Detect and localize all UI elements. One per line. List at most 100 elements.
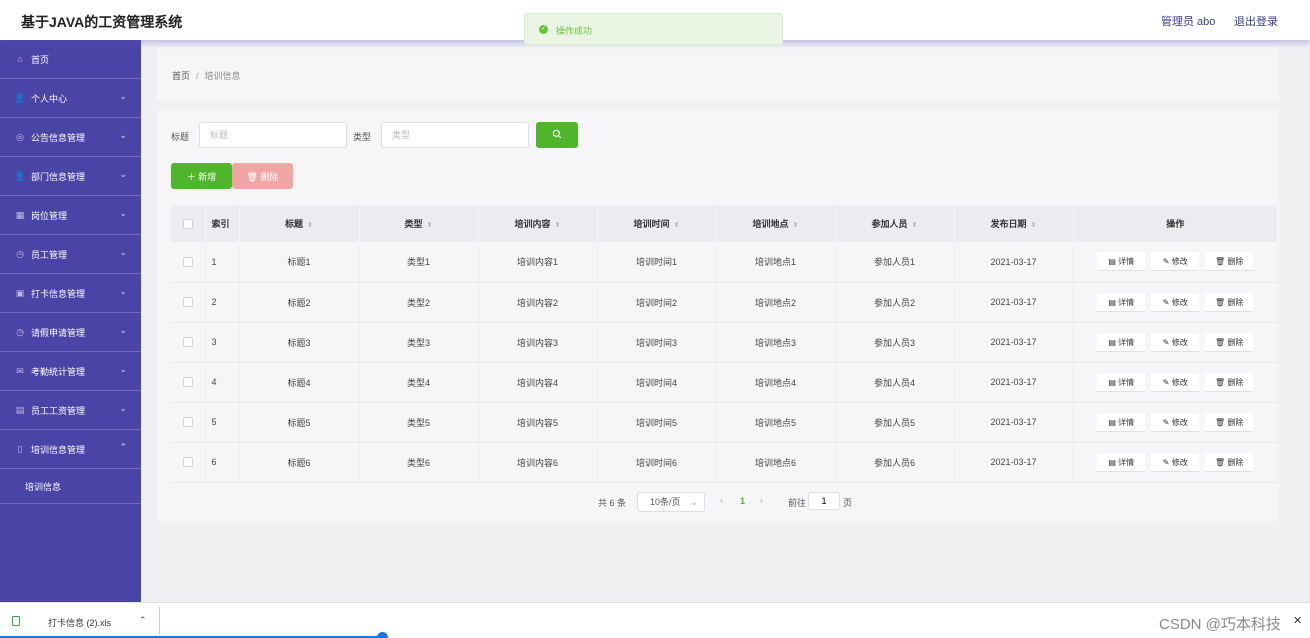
edit-button[interactable]: ✎ 修改 <box>1151 412 1200 432</box>
sidebar-item-5[interactable]: ◷ 员工管理 ⌄ <box>0 235 141 274</box>
chevron-up-icon[interactable]: ⌃ <box>139 615 147 626</box>
select-all-checkbox-cell[interactable] <box>171 205 206 242</box>
edit-button[interactable]: ✎ 修改 <box>1151 332 1200 352</box>
breadcrumb-home[interactable]: 首页 <box>172 71 190 81</box>
chevron-down-icon: ⌄ <box>119 286 127 296</box>
detail-button[interactable]: ▤ 详情 <box>1097 252 1146 272</box>
batch-delete-button[interactable]: 🗑 删除 <box>232 163 293 189</box>
sidebar-item-1[interactable]: 👤 个人中心 ⌄ <box>0 79 141 118</box>
table-cell: 参加人员6 <box>835 442 955 483</box>
edit-button[interactable]: ✎ 修改 <box>1151 452 1200 472</box>
sidebar-item-4[interactable]: ▦ 岗位管理 ⌄ <box>0 196 141 235</box>
sidebar-subitem-training-info[interactable]: 培训信息 <box>0 469 141 504</box>
col-location[interactable]: 培训地点 ⬍ <box>716 205 836 242</box>
current-user[interactable]: 管理员 abo <box>1161 13 1215 29</box>
toast-message: 操作成功 <box>556 26 593 36</box>
sidebar-item-2[interactable]: ◎ 公告信息管理 ⌄ <box>0 118 141 157</box>
grid-icon: ▦ <box>15 209 25 220</box>
detail-button[interactable]: ▤ 详情 <box>1097 292 1146 312</box>
prev-page-button[interactable]: ‹ <box>720 495 723 505</box>
row-checkbox[interactable] <box>182 457 193 468</box>
doc-icon: ▤ <box>1108 257 1119 267</box>
detail-button[interactable]: ▤ 详情 <box>1097 332 1146 352</box>
scroll-thumb[interactable] <box>377 632 388 638</box>
badge-icon: ▣ <box>15 287 25 298</box>
row-checkbox[interactable] <box>182 257 193 268</box>
add-button[interactable]: ＋ 新增 <box>171 163 232 189</box>
table-cell: 2021-03-17 <box>954 442 1074 483</box>
row-checkbox[interactable] <box>182 417 193 428</box>
col-type[interactable]: 类型 ⬍ <box>359 205 479 242</box>
table-cell: 标题4 <box>239 362 360 403</box>
table-row: 6 标题6 类型6 培训内容6 培训时间6 培训地点6 参加人员6 2021-03-17 ▤ 详… <box>171 442 1278 483</box>
title-search-input[interactable] <box>199 122 347 148</box>
goto-label: 前往 <box>788 498 807 508</box>
table-cell: 培训时间4 <box>597 362 717 403</box>
row-checkbox[interactable] <box>182 377 193 388</box>
pencil-icon: ✎ <box>1162 257 1172 267</box>
sidebar-item-10[interactable]: ▯ 培训信息管理 ⌃ <box>0 430 141 469</box>
edit-button[interactable]: ✎ 修改 <box>1151 252 1200 272</box>
delete-button[interactable]: 🗑 删除 <box>1205 292 1254 312</box>
page-number[interactable]: 1 <box>740 496 745 506</box>
row-actions: ▤ 详情 ✎ 修改 🗑 删除 <box>1073 442 1278 483</box>
row-checkbox-cell[interactable] <box>171 442 206 483</box>
search-button[interactable] <box>536 122 578 148</box>
chevron-down-icon: ⌄ <box>119 247 127 257</box>
table-cell: 培训地点5 <box>716 402 836 443</box>
doc-icon: ▤ <box>1108 377 1119 387</box>
chevron-down-icon: ⌄ <box>119 130 127 140</box>
delete-button[interactable]: 🗑 删除 <box>1205 332 1254 352</box>
row-checkbox[interactable] <box>182 337 193 348</box>
delete-button[interactable]: 🗑 删除 <box>1205 452 1254 472</box>
sidebar-item-label: 公告信息管理 <box>31 132 86 143</box>
delete-button[interactable]: 🗑 删除 <box>1205 372 1254 392</box>
home-icon: ⌂ <box>17 54 23 64</box>
goto-page-input[interactable] <box>808 492 840 510</box>
row-checkbox[interactable] <box>182 297 193 308</box>
sidebar-item-7[interactable]: ◷ 请假申请管理 ⌄ <box>0 313 141 352</box>
row-checkbox-cell[interactable] <box>171 242 206 283</box>
edit-button[interactable]: ✎ 修改 <box>1151 292 1200 312</box>
sidebar-item-label: 部门信息管理 <box>31 171 86 182</box>
chart-icon: ▤ <box>15 404 25 415</box>
row-checkbox-cell[interactable] <box>171 282 206 323</box>
search-icon <box>552 129 562 138</box>
select-all-checkbox[interactable] <box>182 218 193 229</box>
sidebar-item-6[interactable]: ▣ 打卡信息管理 ⌄ <box>0 274 141 313</box>
sidebar-item-3[interactable]: 👤 部门信息管理 ⌄ <box>0 157 141 196</box>
row-checkbox-cell[interactable] <box>171 362 206 403</box>
type-search-input[interactable] <box>381 122 529 148</box>
col-publish-date[interactable]: 发布日期 ⬍ <box>954 205 1074 242</box>
row-checkbox-cell[interactable] <box>171 402 206 443</box>
detail-button[interactable]: ▤ 详情 <box>1097 452 1146 472</box>
breadcrumb-card: 首页 / 培训信息 <box>157 47 1279 101</box>
delete-button[interactable]: 🗑 删除 <box>1205 412 1254 432</box>
table-cell: 3 <box>205 322 240 363</box>
table-cell: 培训地点4 <box>716 362 836 403</box>
sidebar-item-0[interactable]: ⌂ 首页 <box>0 40 141 79</box>
row-checkbox-cell[interactable] <box>171 322 206 363</box>
detail-button[interactable]: ▤ 详情 <box>1097 372 1146 392</box>
download-filename[interactable]: 打卡信息 (2).xls <box>48 616 111 629</box>
page-size-select[interactable]: 10条/页 ⌄ <box>637 492 705 512</box>
table-cell: 培训时间1 <box>597 242 717 283</box>
col-time[interactable]: 培训时间 ⬍ <box>597 205 717 242</box>
close-icon[interactable]: ✕ <box>1293 614 1302 627</box>
sidebar-item-8[interactable]: ✉ 考勤统计管理 ⌄ <box>0 352 141 391</box>
table-cell: 标题3 <box>239 322 360 363</box>
col-content[interactable]: 培训内容 ⬍ <box>478 205 598 242</box>
table-cell: 2021-03-17 <box>954 362 1074 403</box>
sidebar-item-9[interactable]: ▤ 员工工资管理 ⌄ <box>0 391 141 430</box>
delete-button[interactable]: 🗑 删除 <box>1205 252 1254 272</box>
table-row: 2 标题2 类型2 培训内容2 培训时间2 培训地点2 参加人员2 2021-03-17 ▤ 详… <box>171 282 1278 323</box>
edit-button[interactable]: ✎ 修改 <box>1151 372 1200 392</box>
table-cell: 培训时间6 <box>597 442 717 483</box>
next-page-button[interactable]: › <box>760 495 763 505</box>
detail-button[interactable]: ▤ 详情 <box>1097 412 1146 432</box>
col-participants[interactable]: 参加人员 ⬍ <box>835 205 955 242</box>
col-title[interactable]: 标题 ⬍ <box>239 205 360 242</box>
sort-icon: ⬍ <box>554 222 561 229</box>
logout-link[interactable]: 退出登录 <box>1234 13 1278 29</box>
sort-icon: ⬍ <box>307 222 313 229</box>
